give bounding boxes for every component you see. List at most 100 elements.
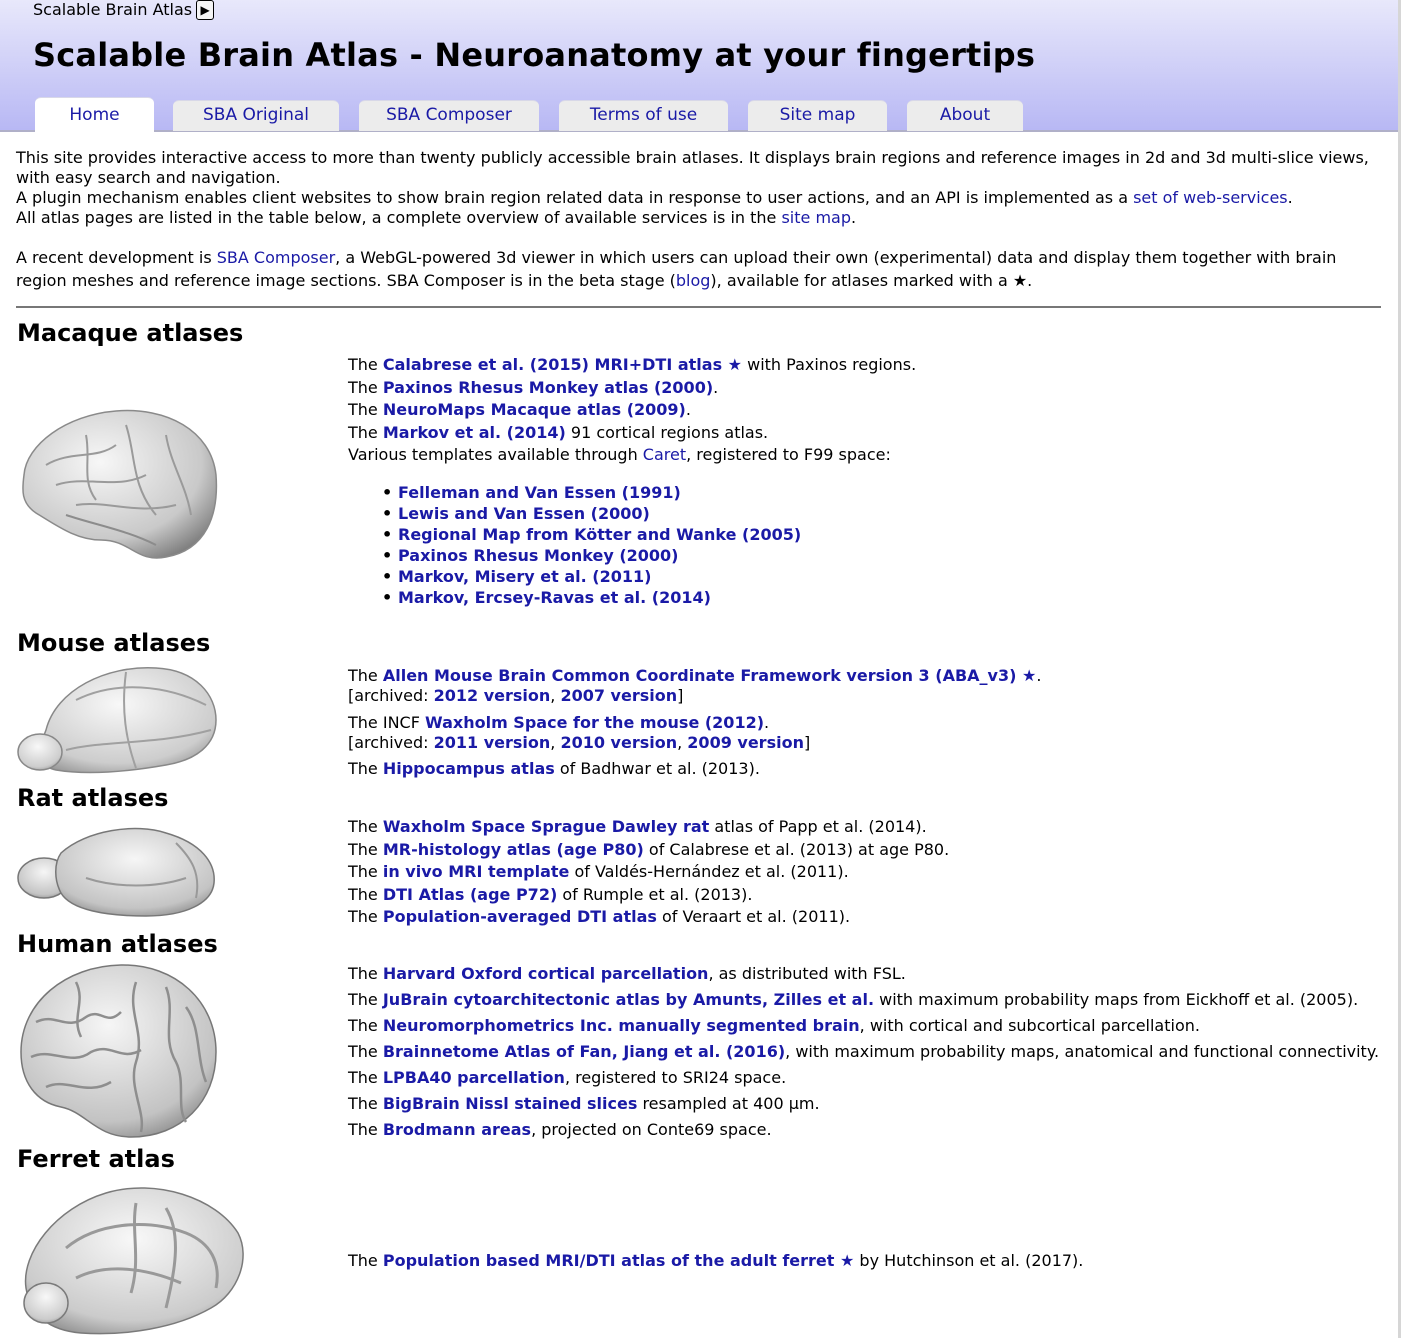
bullet-icon: • [382,567,393,586]
template-link[interactable]: Markov, Misery et al. (2011) [398,567,651,586]
atlas-link[interactable]: Waxholm Space Sprague Dawley rat [383,817,709,836]
intro-line-3-end: . [851,208,857,227]
atlas-link[interactable]: JuBrain cytoarchitectonic atlas by Amunt… [383,990,874,1009]
rat-brain-image[interactable] [16,818,218,920]
web-services-link[interactable]: set of web-services [1133,188,1288,207]
atlas-link[interactable]: DTI Atlas (age P72) [383,885,557,904]
composer-text-3: ), available for atlases marked with a ★… [710,271,1033,290]
atlas-link[interactable]: Population-averaged DTI atlas [383,907,657,926]
tab-about[interactable]: About [907,100,1023,131]
row-prefix: The [348,422,383,442]
tab-sba-composer[interactable]: SBA Composer [359,100,539,131]
archive-link[interactable]: 2007 version [560,686,677,705]
atlas-link[interactable]: Brodmann areas [383,1120,531,1139]
list-item: • Markov, Misery et al. (2011) [382,566,801,587]
atlas-link[interactable]: Neuromorphometrics Inc. manually segment… [383,1016,860,1035]
archive-link[interactable]: 2009 version [687,733,804,752]
row-suffix: by Hutchinson et al. (2017). [854,1251,1084,1270]
separator: , [550,733,561,752]
atlas-link[interactable]: MR-histology atlas (age P80) [383,840,644,859]
row-suffix: , registered to SRI24 space. [564,1068,787,1087]
list-item: [archived: 2012 version, 2007 version] [348,686,1041,706]
list-item: Various templates available through Care… [348,444,916,467]
atlas-link[interactable]: Harvard Oxford cortical parcellation [383,964,709,983]
row-suffix: , with maximum probability maps, anatomi… [785,1042,1380,1061]
site-map-link[interactable]: site map [781,208,851,227]
atlas-link[interactable]: LPBA40 parcellation [383,1068,565,1087]
tab-terms-of-use[interactable]: Terms of use [559,100,728,131]
row-prefix: The [348,666,383,685]
list-item: The Brodmann areas, projected on Conte69… [348,1118,1379,1144]
row-prefix: The [348,1094,383,1113]
rat-heading: Rat atlases [17,784,169,812]
list-item: The MR-histology atlas (age P80) of Cala… [348,839,949,862]
row-suffix: ] [803,733,811,752]
row-prefix: The [348,1120,383,1139]
atlas-link[interactable]: BigBrain Nissl stained slices [383,1094,638,1113]
atlas-link[interactable]: NeuroMaps Macaque atlas (2009) [383,400,686,419]
row-suffix: , with cortical and subcortical parcella… [859,1016,1200,1035]
atlas-link[interactable]: Population based MRI/DTI atlas of the ad… [383,1251,855,1270]
atlas-link[interactable]: Paxinos Rhesus Monkey atlas (2000) [383,378,713,397]
list-item: The in vivo MRI template of Valdés-Herná… [348,861,949,884]
blog-link[interactable]: blog [676,271,711,290]
template-link[interactable]: Markov, Ercsey-Ravas et al. (2014) [398,588,711,607]
archive-link[interactable]: 2010 version [560,733,677,752]
macaque-brain-image[interactable] [16,405,218,565]
list-item: The INCF Waxholm Space for the mouse (20… [348,713,1041,733]
ferret-brain-image[interactable] [16,1178,246,1338]
row-suffix: , as distributed with FSL. [708,964,906,983]
atlas-link[interactable]: Calabrese et al. (2015) MRI+DTI atlas ★ [383,355,742,374]
atlas-link[interactable]: Brainnetome Atlas of Fan, Jiang et al. (… [383,1042,785,1061]
tab-home[interactable]: Home [35,97,154,133]
template-link[interactable]: Lewis and Van Essen (2000) [398,504,650,523]
template-link[interactable]: Felleman and Van Essen (1991) [398,483,681,502]
bullet-icon: • [382,588,393,607]
sba-composer-link[interactable]: SBA Composer [217,248,335,267]
ferret-heading: Ferret atlas [17,1145,175,1173]
archive-link[interactable]: 2012 version [434,686,551,705]
list-item: The Brainnetome Atlas of Fan, Jiang et a… [348,1040,1379,1066]
human-brain-image[interactable] [16,962,218,1138]
list-item: The Population-averaged DTI atlas of Ver… [348,906,949,929]
rat-atlas-list: The Waxholm Space Sprague Dawley rat atl… [348,816,949,929]
tab-site-map[interactable]: Site map [748,100,887,131]
list-item: The LPBA40 parcellation, registered to S… [348,1066,1379,1092]
list-item: • Markov, Ercsey-Ravas et al. (2014) [382,587,801,608]
row-prefix: The [348,884,383,904]
divider [16,306,1381,308]
row-suffix: . [713,377,719,397]
mouse-brain-image[interactable] [16,660,218,778]
template-link[interactable]: Regional Map from Kötter and Wanke (2005… [398,525,801,544]
tab-sba-original[interactable]: SBA Original [173,100,339,131]
atlas-link[interactable]: Waxholm Space for the mouse (2012) [425,713,764,732]
row-prefix: The [348,907,383,926]
intro-text: This site provides interactive access to… [16,148,1381,228]
row-suffix: . [1036,666,1042,685]
caret-link[interactable]: Caret [643,445,686,464]
row-suffix: , registered to F99 space: [686,445,891,464]
composer-paragraph: A recent development is SBA Composer, a … [16,246,1381,292]
atlas-link[interactable]: Hippocampus atlas [383,759,555,778]
list-item: • Lewis and Van Essen (2000) [382,503,801,524]
caret-template-list: • Felleman and Van Essen (1991) • Lewis an… [382,482,801,608]
row-prefix: The [348,400,383,419]
ferret-atlas-list: The Population based MRI/DTI atlas of th… [348,1250,1083,1272]
archive-link[interactable]: 2011 version [434,733,551,752]
atlas-link[interactable]: in vivo MRI template [383,862,570,881]
template-link[interactable]: Paxinos Rhesus Monkey (2000) [398,546,678,565]
row-prefix: The [348,1251,383,1270]
human-atlas-list: The Harvard Oxford cortical parcellation… [348,962,1379,1144]
play-icon[interactable]: ▶ [196,0,215,20]
row-prefix: [archived: [348,686,434,705]
list-item: The DTI Atlas (age P72) of Rumple et al.… [348,884,949,907]
atlas-link[interactable]: Allen Mouse Brain Common Coordinate Fram… [383,666,1036,685]
row-suffix: . [764,713,770,732]
row-prefix: The [348,1042,383,1061]
row-suffix: of Veraart et al. (2011). [656,907,851,926]
intro-line-3: All atlas pages are listed in the table … [16,208,1381,228]
row-prefix: The [348,862,383,881]
breadcrumb-label[interactable]: Scalable Brain Atlas [33,0,192,19]
atlas-link[interactable]: Markov et al. (2014) [383,423,566,442]
row-suffix: of Valdés-Hernández et al. (2011). [569,862,849,881]
